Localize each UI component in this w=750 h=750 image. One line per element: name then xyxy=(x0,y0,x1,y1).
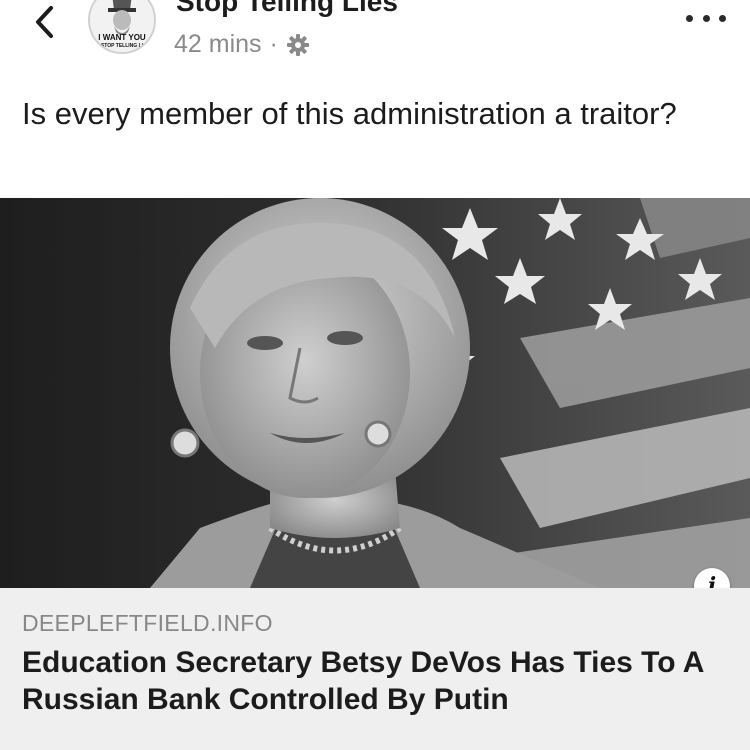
avatar-text-line2: STOP TELLING LI xyxy=(101,43,144,49)
more-dot xyxy=(686,14,693,22)
meta-separator: · xyxy=(269,30,278,58)
link-preview-image[interactable] xyxy=(0,198,750,588)
more-dot xyxy=(702,14,710,22)
more-dot xyxy=(719,14,726,22)
back-button[interactable] xyxy=(22,2,66,42)
uncle-sam-image: I WANT YOU STOP TELLING LI xyxy=(90,0,154,52)
gear-icon[interactable] xyxy=(286,33,310,57)
post-meta: 42 mins · xyxy=(174,30,310,59)
post-header: I WANT YOU STOP TELLING LI Stop Telling … xyxy=(0,0,750,80)
chevron-left-icon xyxy=(36,6,53,38)
avatar[interactable]: I WANT YOU STOP TELLING LI xyxy=(88,0,156,54)
link-domain: DEEPLEFTFIELD.INFO xyxy=(22,610,273,636)
page-name[interactable]: Stop Telling Lies xyxy=(176,0,398,18)
avatar-text-line1: I WANT YOU xyxy=(98,33,146,42)
timestamp[interactable]: 42 mins xyxy=(174,30,262,59)
portrait-photo xyxy=(0,198,750,588)
link-preview-card[interactable]: DEEPLEFTFIELD.INFO Education Secretary B… xyxy=(0,588,750,750)
more-options-button[interactable] xyxy=(686,6,726,30)
post-text: Is every member of this administration a… xyxy=(22,96,677,131)
link-headline: Education Secretary Betsy DeVos Has Ties… xyxy=(22,646,704,716)
